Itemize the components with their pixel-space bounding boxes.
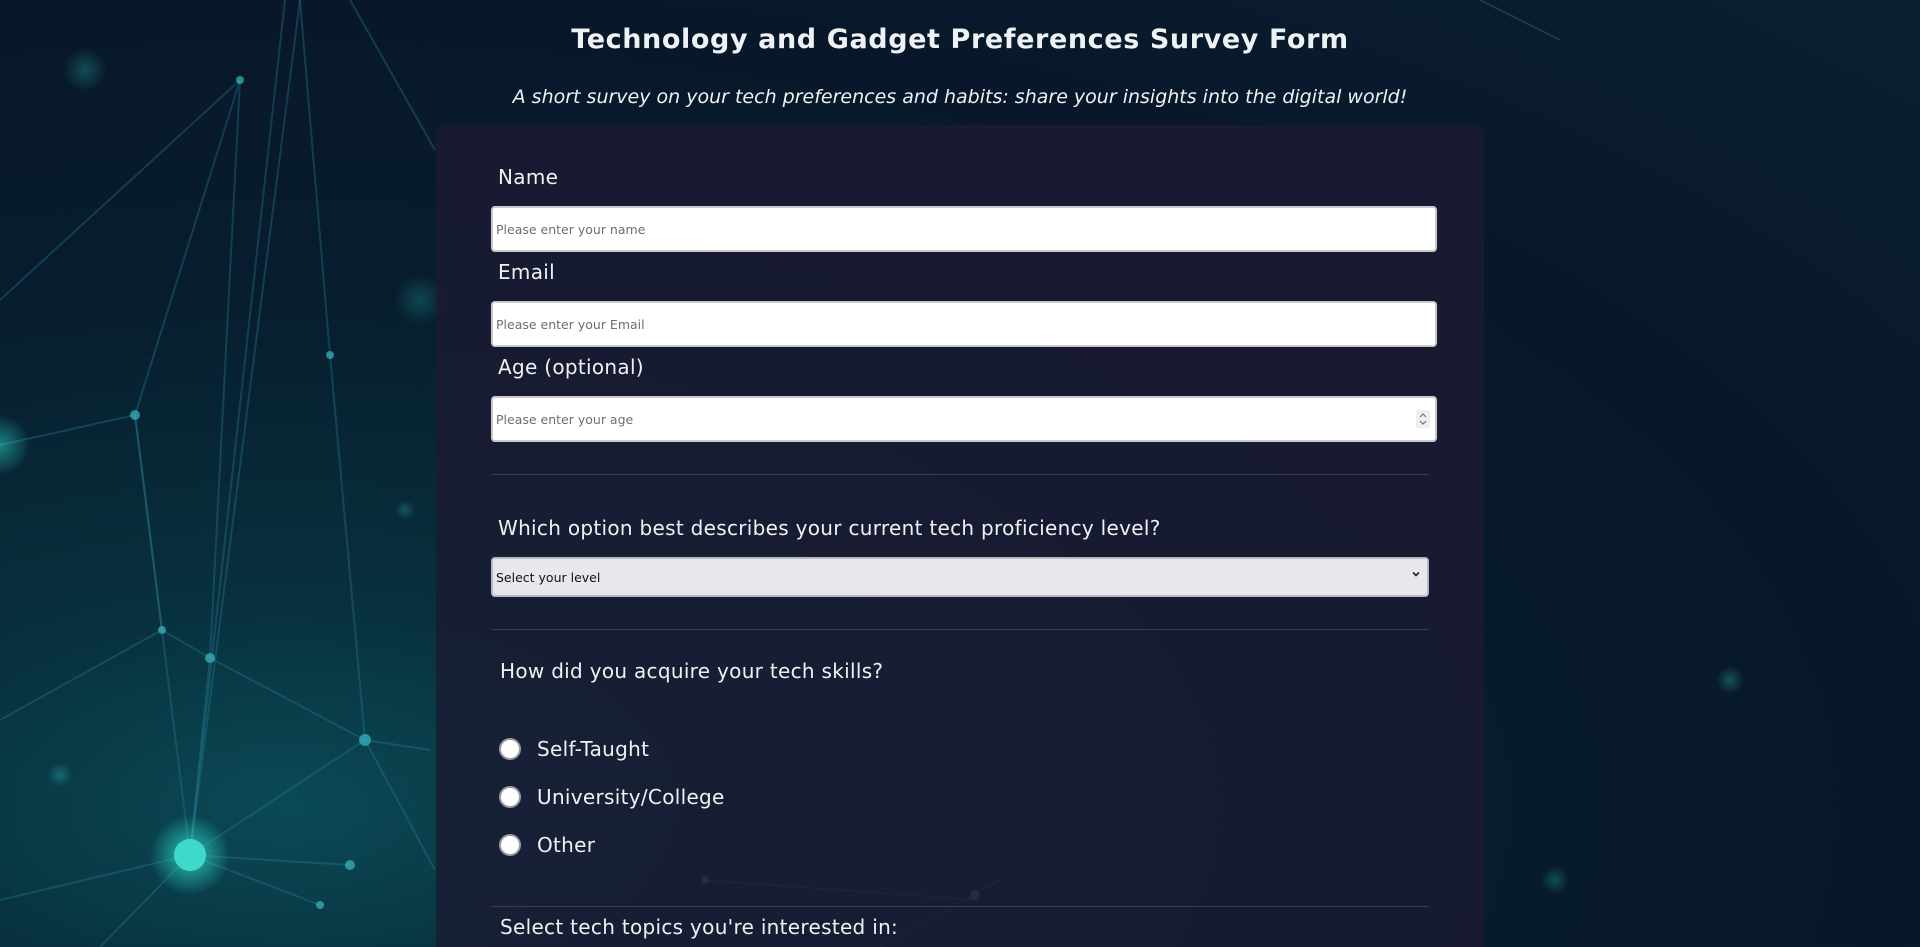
section-divider (491, 474, 1429, 475)
radio-option-university[interactable]: University/College (499, 783, 725, 811)
name-input[interactable] (491, 206, 1437, 252)
section-divider (491, 906, 1429, 907)
age-input[interactable] (491, 396, 1437, 442)
radio-button[interactable] (499, 738, 521, 760)
acquire-question: How did you acquire your tech skills? (500, 659, 884, 683)
survey-page: Technology and Gadget Preferences Survey… (0, 0, 1920, 947)
radio-button[interactable] (499, 834, 521, 856)
radio-option-self-taught[interactable]: Self-Taught (499, 735, 649, 763)
radio-button[interactable] (499, 786, 521, 808)
radio-label: Other (537, 833, 596, 857)
name-label: Name (498, 165, 559, 189)
proficiency-select-value: Select your level (496, 570, 601, 585)
section-divider (491, 629, 1429, 630)
radio-label: University/College (537, 785, 725, 809)
radio-option-other[interactable]: Other (499, 831, 595, 859)
page-subtitle: A short survey on your tech preferences … (512, 86, 1408, 108)
topics-question: Select tech topics you're interested in: (500, 915, 899, 939)
chevron-down-icon (1412, 571, 1420, 577)
page-title: Technology and Gadget Preferences Survey… (571, 24, 1349, 55)
email-input[interactable] (491, 301, 1437, 347)
proficiency-question: Which option best describes your current… (498, 516, 1161, 540)
proficiency-select[interactable]: Select your level (491, 557, 1429, 597)
age-label: Age (optional) (498, 355, 644, 379)
age-spinner-icon[interactable] (1416, 410, 1430, 428)
email-label: Email (498, 260, 555, 284)
radio-label: Self-Taught (537, 737, 650, 761)
